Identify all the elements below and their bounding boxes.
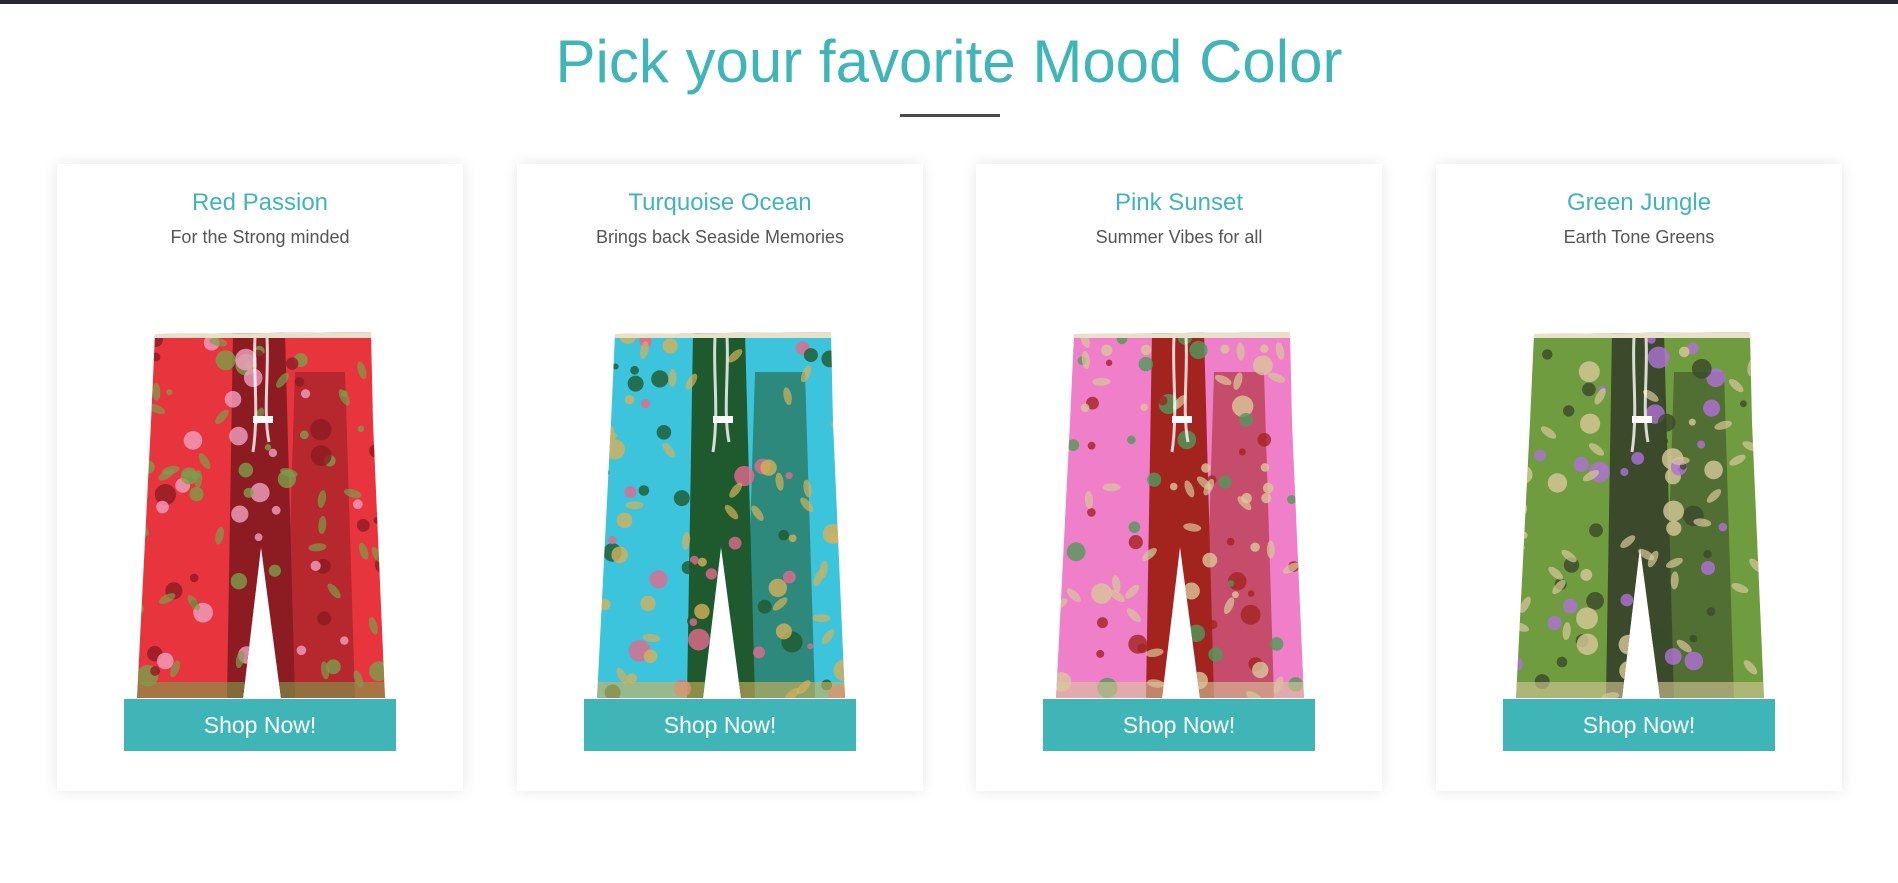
title-divider (900, 114, 1000, 117)
card-subtitle: Brings back Seaside Memories (595, 227, 845, 247)
shop-now-button[interactable]: Shop Now! (124, 699, 396, 751)
card-title: Red Passion (191, 189, 329, 216)
pants-illustration (1056, 332, 1304, 698)
product-card-red: Red Passion For the Strong minded Shop N… (57, 164, 463, 791)
shop-now-button[interactable]: Shop Now! (1503, 699, 1775, 751)
product-image[interactable] (1054, 332, 1306, 862)
product-card-turquoise: Turquoise Ocean Brings back Seaside Memo… (517, 164, 923, 791)
card-subtitle: For the Strong minded (170, 227, 350, 247)
top-border (0, 0, 1898, 4)
pants-illustration (597, 332, 845, 698)
shop-now-button[interactable]: Shop Now! (584, 699, 856, 751)
product-image[interactable] (135, 332, 387, 862)
product-image[interactable] (595, 332, 847, 862)
card-subtitle: Earth Tone Greens (1563, 227, 1715, 247)
card-title: Green Jungle (1566, 189, 1712, 216)
product-card-pink: Pink Sunset Summer Vibes for all Shop No… (976, 164, 1382, 791)
pants-illustration (137, 332, 385, 698)
product-image[interactable] (1514, 332, 1766, 862)
pants-illustration (1516, 332, 1764, 698)
shop-now-button[interactable]: Shop Now! (1043, 699, 1315, 751)
card-title: Pink Sunset (1114, 189, 1244, 216)
card-subtitle: Summer Vibes for all (1095, 227, 1263, 247)
product-card-green: Green Jungle Earth Tone Greens Shop Now! (1436, 164, 1842, 791)
page-title: Pick your favorite Mood Color (555, 28, 1343, 95)
card-title: Turquoise Ocean (628, 189, 812, 216)
